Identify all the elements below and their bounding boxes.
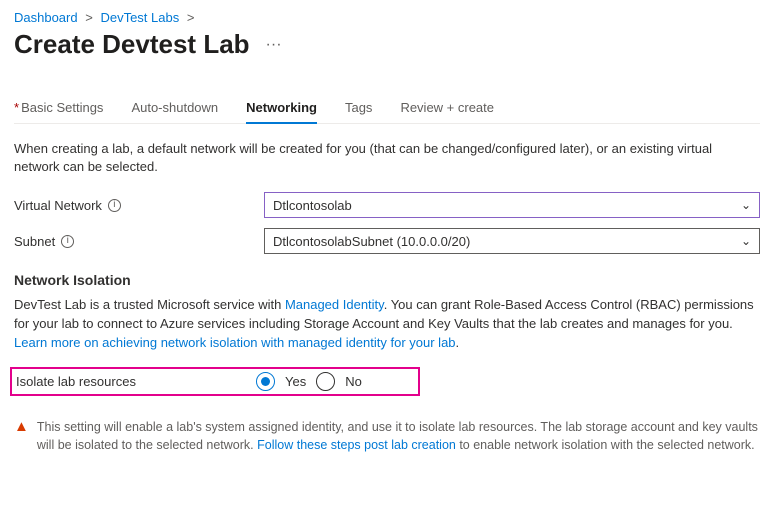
vnet-value: Dtlcontosolab [273,198,352,213]
more-actions-button[interactable]: ··· [260,34,288,56]
managed-identity-link[interactable]: Managed Identity [285,297,384,312]
isolate-resources-row: Isolate lab resources Yes No [10,367,420,396]
required-asterisk: * [14,100,19,115]
tab-networking[interactable]: Networking [246,100,317,123]
breadcrumb-devtest-labs[interactable]: DevTest Labs [100,10,179,25]
post-lab-creation-link[interactable]: Follow these steps post lab creation [257,438,456,452]
network-isolation-description: DevTest Lab is a trusted Microsoft servi… [14,296,760,353]
radio-no[interactable] [316,372,335,391]
warning-alert: ▲ This setting will enable a lab's syste… [14,418,760,454]
info-icon[interactable]: i [108,199,121,212]
subnet-label: Subnet i [14,234,264,249]
tab-description: When creating a lab, a default network w… [14,140,760,176]
chevron-down-icon: ⌄ [741,234,751,248]
chevron-down-icon: ⌄ [741,198,751,212]
breadcrumb-dashboard[interactable]: Dashboard [14,10,78,25]
vnet-label: Virtual Network i [14,198,264,213]
isolate-resources-label: Isolate lab resources [16,374,256,389]
warning-icon: ▲ [14,418,29,454]
tabs: *Basic Settings Auto-shutdown Networking… [14,100,760,124]
radio-yes-label[interactable]: Yes [285,374,306,389]
vnet-select[interactable]: Dtlcontosolab ⌄ [264,192,760,218]
network-isolation-header: Network Isolation [14,272,760,288]
chevron-right-icon: > [85,10,93,25]
learn-more-link[interactable]: Learn more on achieving network isolatio… [14,335,456,350]
page-title: Create Devtest Lab [14,29,250,60]
subnet-value: DtlcontosolabSubnet (10.0.0.0/20) [273,234,470,249]
tab-auto-shutdown[interactable]: Auto-shutdown [131,100,218,123]
breadcrumb: Dashboard > DevTest Labs > [14,10,760,25]
info-icon[interactable]: i [61,235,74,248]
tab-review-create[interactable]: Review + create [400,100,494,123]
tab-basic-settings[interactable]: *Basic Settings [14,100,103,123]
radio-no-label[interactable]: No [345,374,362,389]
tab-tags[interactable]: Tags [345,100,372,123]
isolate-radio-group: Yes No [256,372,362,391]
radio-yes[interactable] [256,372,275,391]
chevron-right-icon: > [187,10,195,25]
subnet-select[interactable]: DtlcontosolabSubnet (10.0.0.0/20) ⌄ [264,228,760,254]
